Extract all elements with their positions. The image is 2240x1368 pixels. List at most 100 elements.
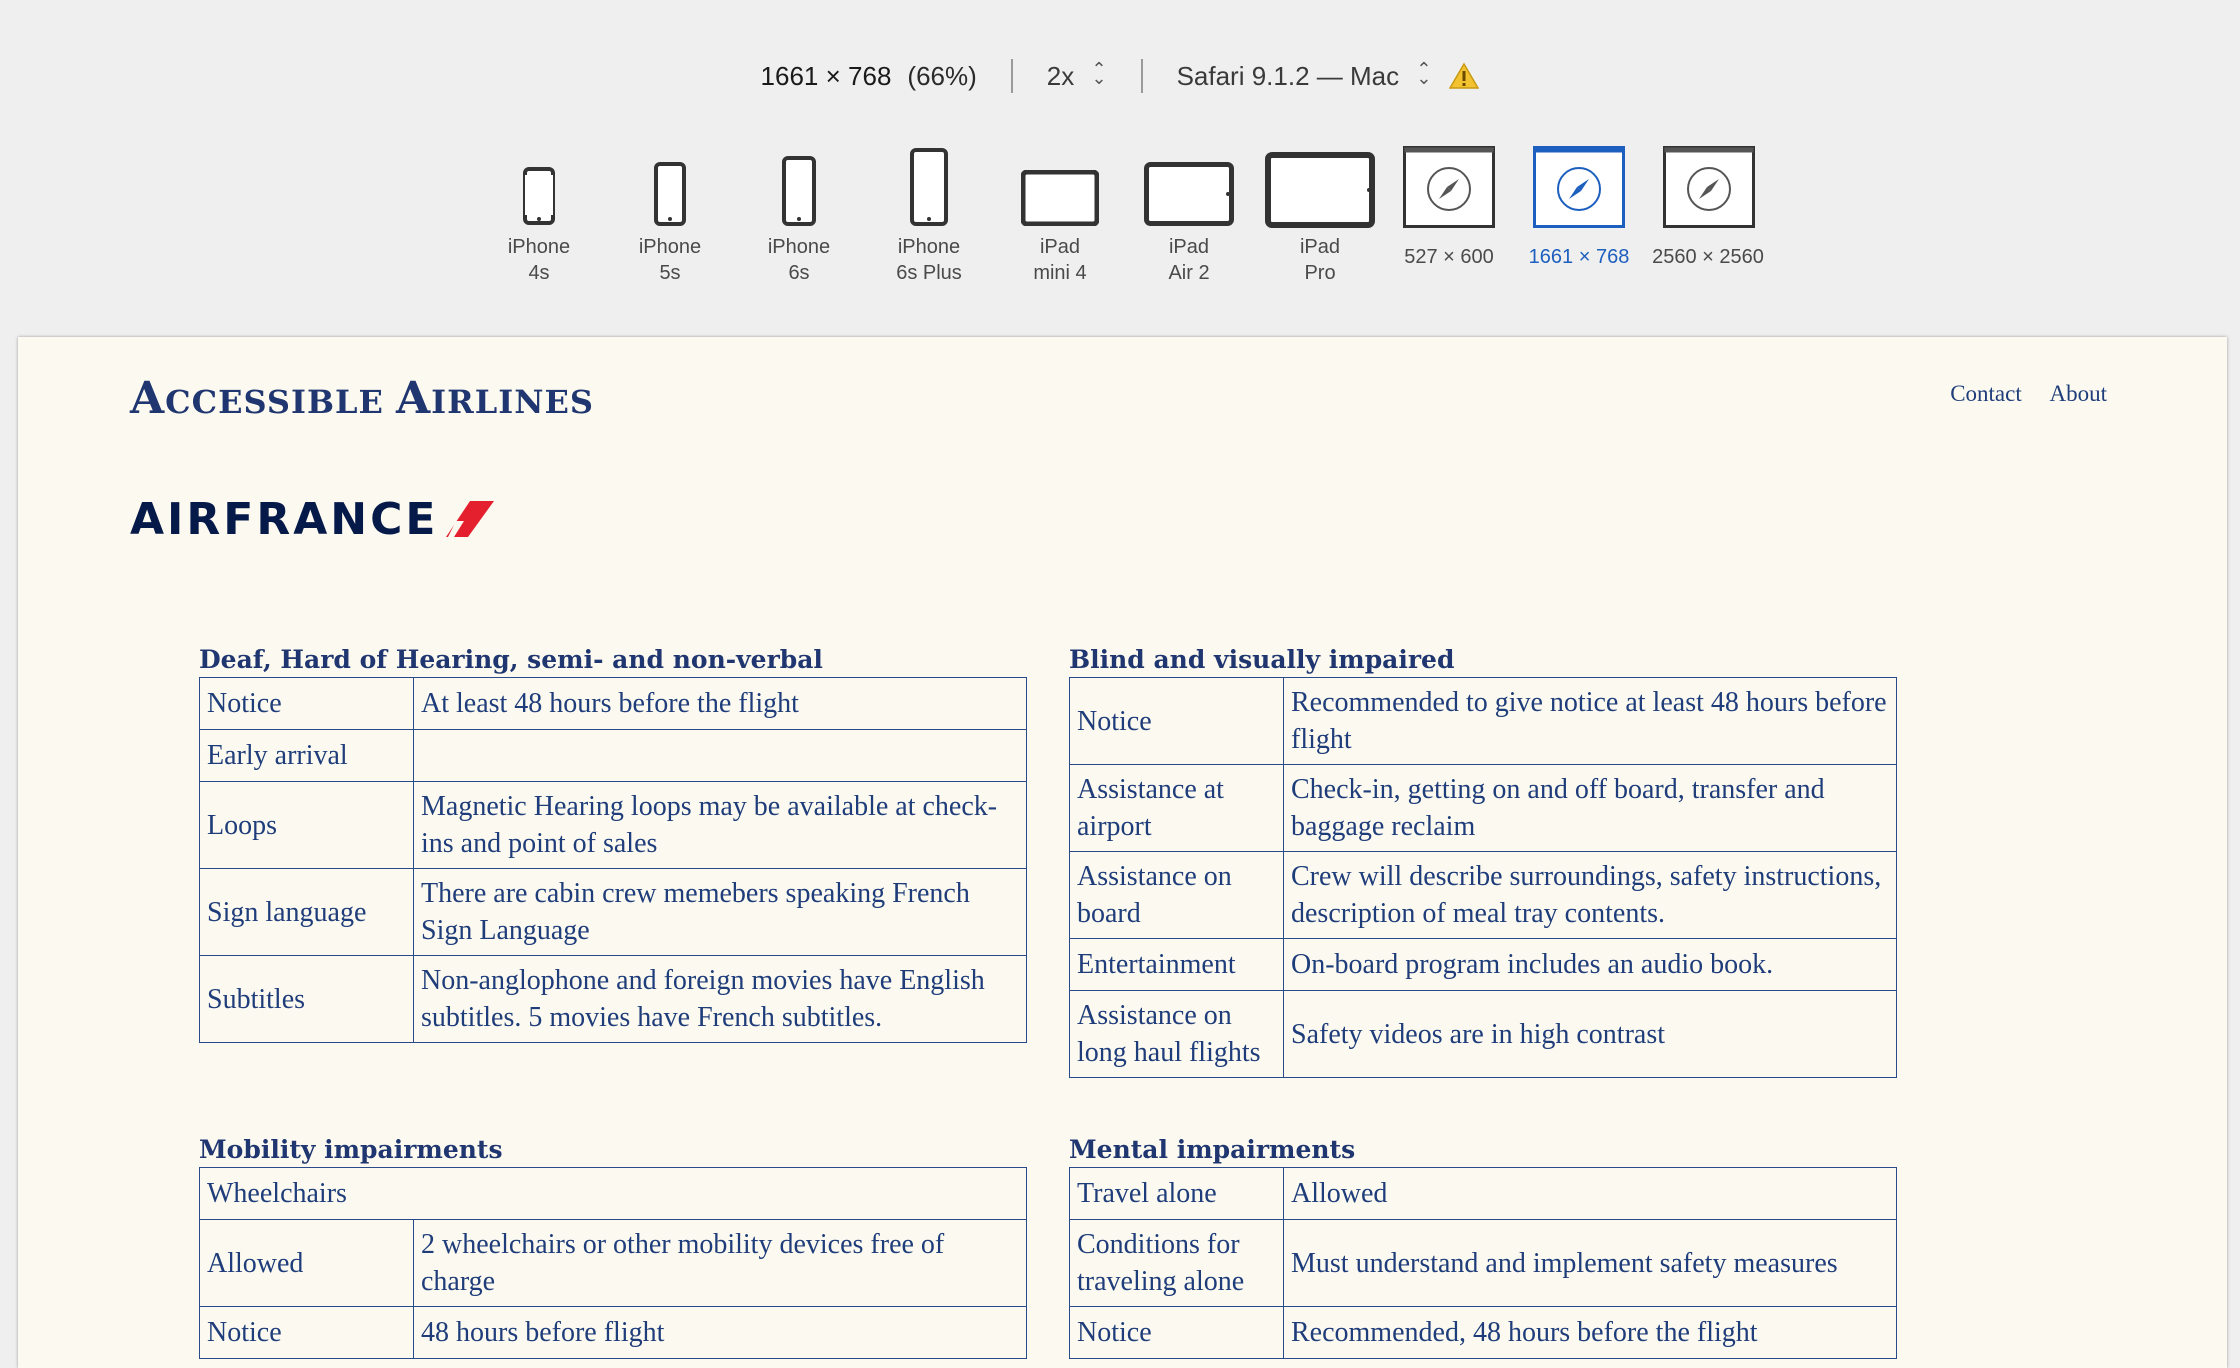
device-label: iPhone	[767, 236, 831, 258]
table-value: Allowed	[1283, 1167, 1897, 1220]
table-row: Entertainment On-board program includes a…	[1069, 938, 1897, 991]
table-value: Must understand and implement safety mea…	[1283, 1219, 1897, 1307]
nav-about-link[interactable]: About	[2050, 381, 2108, 406]
device-label: 2560 × 2560	[1652, 246, 1764, 268]
toolbar-topline: 1661 × 768 (66%) 2x ⌃ ⌄ Safari 9.1.2 — Ma…	[0, 58, 2240, 94]
mobility-table: Wheelchairs Allowed 2 wheelchairs or othe…	[199, 1167, 1027, 1359]
device-label: 6s	[788, 262, 810, 284]
site-title-part: CCESSIBLE	[165, 383, 397, 421]
section-heading: Mobility impairments	[199, 1135, 503, 1164]
device-label: mini 4	[1033, 262, 1087, 284]
table-row: Notice Recommended, 48 hours before the f…	[1069, 1306, 1897, 1359]
table-key: Assistance on board	[1069, 851, 1284, 939]
table-key: Notice	[199, 677, 414, 730]
section-blind: Blind and visually impaired Notice Recomm…	[1069, 643, 1897, 1078]
table-value: Crew will describe surroundings, safety …	[1283, 851, 1897, 939]
site-title-initial: A	[130, 373, 166, 424]
table-row: Travel alone Allowed	[1069, 1167, 1897, 1220]
section-heading: Blind and visually impaired	[1069, 645, 1455, 674]
section-heading: Deaf, Hard of Hearing, semi- and non-ver…	[199, 645, 823, 674]
table-row: Conditions for traveling alone Must under…	[1069, 1219, 1897, 1307]
section-mental: Mental impairments Travel alone Allowed C…	[1069, 1133, 1897, 1359]
table-row: Sign language There are cabin crew memebe…	[199, 868, 1027, 956]
table-value: 2 wheelchairs or other mobility devices …	[413, 1219, 1027, 1307]
airline-logo-wordmark: AIRFRANCE	[130, 493, 439, 545]
table-key: Sign language	[199, 868, 414, 956]
table-key: Travel alone	[1069, 1167, 1284, 1220]
table-row: Subtitles Non-anglophone and foreign movi…	[199, 955, 1027, 1043]
section-mobility: Mobility impairments Wheelchairs Allowed…	[199, 1133, 1027, 1359]
table-key: Notice	[199, 1306, 414, 1359]
device-label: iPad	[1168, 236, 1210, 258]
table-row: Allowed 2 wheelchairs or other mobility d…	[199, 1219, 1027, 1307]
table-row: Assistance at airport Check-in, getting o…	[1069, 764, 1897, 852]
device-label: 5s	[659, 262, 681, 284]
table-key: Assistance on long haul flights	[1069, 990, 1284, 1078]
device-label: iPad	[1299, 236, 1341, 258]
table-value: Recommended, 48 hours before the flight	[1283, 1306, 1897, 1359]
table-value: At least 48 hours before the flight	[413, 677, 1027, 730]
device-label: 4s	[528, 262, 550, 284]
blind-table: Notice Recommended to give notice at leas…	[1069, 677, 1897, 1078]
site-title-initial: A	[396, 373, 432, 424]
device-label: Pro	[1304, 262, 1336, 284]
device-label: Air 2	[1168, 262, 1210, 284]
table-key: Allowed	[199, 1219, 414, 1307]
table-key: Subtitles	[199, 955, 414, 1043]
table-key: Assistance at airport	[1069, 764, 1284, 852]
table-row: Wheelchairs	[199, 1167, 1027, 1220]
chevron-updown-icon: ⌃ ⌄	[1091, 58, 1107, 88]
device-label: iPhone	[897, 236, 961, 258]
table-value: There are cabin crew memebers speaking F…	[413, 868, 1027, 956]
table-row: Notice 48 hours before flight	[199, 1306, 1027, 1359]
table-key: Loops	[199, 781, 414, 869]
user-agent-select[interactable]: Safari 9.1.2 — Mac ⌃ ⌄	[1176, 58, 1432, 92]
scale-select[interactable]: 2x ⌃ ⌄	[1046, 58, 1107, 92]
device-label: iPhone	[507, 236, 571, 258]
responsive-design-toolbar: 1661 × 768 (66%) 2x ⌃ ⌄ Safari 9.1.2 — Ma…	[0, 0, 2240, 336]
table-full-row: Wheelchairs	[199, 1167, 1027, 1220]
table-row: Notice Recommended to give notice at leas…	[1069, 677, 1897, 765]
table-key: Early arrival	[199, 729, 414, 782]
table-key: Notice	[1069, 677, 1284, 765]
section-deaf: Deaf, Hard of Hearing, semi- and non-ver…	[199, 643, 1027, 1043]
table-key: Entertainment	[1069, 938, 1284, 991]
device-presets: iPhone 4s iPhone 5s iPhone 6s iPhone 6s Plus…	[480, 142, 1780, 292]
table-row: Loops Magnetic Hearing loops may be avail…	[199, 781, 1027, 869]
airline-logo: AIRFRANCE	[130, 494, 495, 545]
chevron-updown-icon: ⌃ ⌄	[1416, 58, 1432, 88]
page-viewport: ACCESSIBLE AIRLINES Contact About AIRFRA…	[18, 337, 2227, 1368]
table-value: On-board program includes an audio book.	[1283, 938, 1897, 991]
viewport-dimensions[interactable]: 1661 × 768	[761, 61, 892, 92]
table-value: Check-in, getting on and off board, tran…	[1283, 764, 1897, 852]
table-value: Magnetic Hearing loops may be available …	[413, 781, 1027, 869]
nav-contact-link[interactable]: Contact	[1950, 381, 2022, 406]
table-row: Early arrival	[199, 729, 1027, 782]
device-label: iPhone	[638, 236, 702, 258]
table-value: Recommended to give notice at least 48 h…	[1283, 677, 1897, 765]
device-label: iPad	[1039, 236, 1081, 258]
table-value	[413, 729, 1027, 782]
device-label: 6s Plus	[896, 262, 962, 284]
site-title[interactable]: ACCESSIBLE AIRLINES	[130, 373, 594, 424]
table-row: Notice At least 48 hours before the fligh…	[199, 677, 1027, 730]
toolbar-divider	[1140, 59, 1143, 93]
site-title-part: IRLINES	[431, 383, 594, 421]
warning-icon[interactable]	[1449, 62, 1480, 90]
main-nav: Contact About	[1928, 381, 2107, 407]
table-key: Conditions for traveling alone	[1069, 1219, 1284, 1307]
deaf-table: Notice At least 48 hours before the fligh…	[199, 677, 1027, 1043]
toolbar-divider	[1010, 59, 1013, 93]
table-row: Assistance on board Crew will describe su…	[1069, 851, 1897, 939]
section-heading: Mental impairments	[1069, 1135, 1356, 1164]
table-value: Safety videos are in high contrast	[1283, 990, 1897, 1078]
mental-table: Travel alone Allowed Conditions for trave…	[1069, 1167, 1897, 1359]
scale-value: 2x	[1046, 60, 1075, 91]
table-row: Assistance on long haul flights Safety vi…	[1069, 990, 1897, 1078]
table-key: Notice	[1069, 1306, 1284, 1359]
user-agent-value: Safari 9.1.2 — Mac	[1176, 60, 1400, 91]
airline-logo-stripe-icon	[446, 501, 495, 537]
zoom-level: (66%)	[907, 60, 977, 91]
table-value: Non-anglophone and foreign movies have E…	[413, 955, 1027, 1043]
table-value: 48 hours before flight	[413, 1306, 1027, 1359]
